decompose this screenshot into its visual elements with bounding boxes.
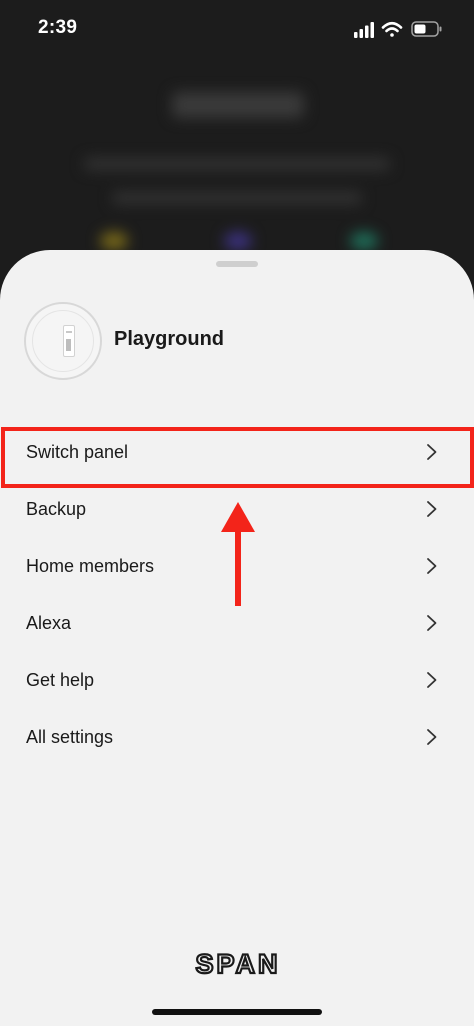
span-logo: SPAN bbox=[194, 950, 280, 978]
menu-item-alexa[interactable]: Alexa bbox=[0, 595, 474, 652]
battery-icon bbox=[411, 21, 442, 37]
menu-item-backup[interactable]: Backup bbox=[0, 481, 474, 538]
screen: 2:39 Playground Switch panel Backup Home… bbox=[0, 0, 474, 1026]
chevron-right-icon bbox=[427, 615, 437, 631]
chevron-right-icon bbox=[427, 501, 437, 517]
status-time: 2:39 bbox=[38, 17, 78, 38]
background-circuit-dot bbox=[100, 232, 128, 250]
status-icons bbox=[354, 21, 442, 38]
sheet-grabber[interactable] bbox=[216, 261, 258, 267]
chevron-right-icon bbox=[427, 444, 437, 460]
wifi-icon bbox=[381, 21, 403, 37]
home-name: Playground bbox=[114, 328, 225, 350]
panel-device-icon bbox=[63, 325, 75, 357]
menu-item-label: Home members bbox=[26, 556, 155, 576]
menu-item-all-settings[interactable]: All settings bbox=[0, 709, 474, 766]
background-title-placeholder bbox=[172, 92, 304, 118]
menu-item-label: Alexa bbox=[26, 613, 72, 633]
menu-item-get-help[interactable]: Get help bbox=[0, 652, 474, 709]
status-bar: 2:39 bbox=[0, 0, 474, 60]
menu-item-label: Switch panel bbox=[26, 442, 129, 462]
background-content bbox=[0, 60, 474, 260]
span-logo-text: SPAN bbox=[195, 950, 280, 978]
cellular-signal-icon bbox=[354, 22, 374, 38]
menu-item-switch-panel[interactable]: Switch panel bbox=[0, 424, 474, 481]
chevron-right-icon bbox=[427, 729, 437, 745]
menu-item-label: All settings bbox=[26, 727, 114, 747]
menu-item-label: Backup bbox=[26, 499, 87, 519]
home-avatar bbox=[24, 302, 102, 380]
background-circuit-dot bbox=[350, 232, 378, 250]
background-text-placeholder bbox=[112, 192, 362, 204]
home-avatar-ring bbox=[32, 310, 94, 372]
background-circuit-dot bbox=[224, 232, 252, 250]
menu-item-home-members[interactable]: Home members bbox=[0, 538, 474, 595]
home-menu-sheet: Playground Switch panel Backup Home memb… bbox=[0, 250, 474, 1026]
home-menu: Switch panel Backup Home members Alexa G… bbox=[0, 424, 474, 766]
chevron-right-icon bbox=[427, 558, 437, 574]
home-indicator[interactable] bbox=[152, 1009, 322, 1015]
background-text-placeholder bbox=[84, 158, 390, 170]
chevron-right-icon bbox=[427, 672, 437, 688]
menu-item-label: Get help bbox=[26, 670, 95, 690]
